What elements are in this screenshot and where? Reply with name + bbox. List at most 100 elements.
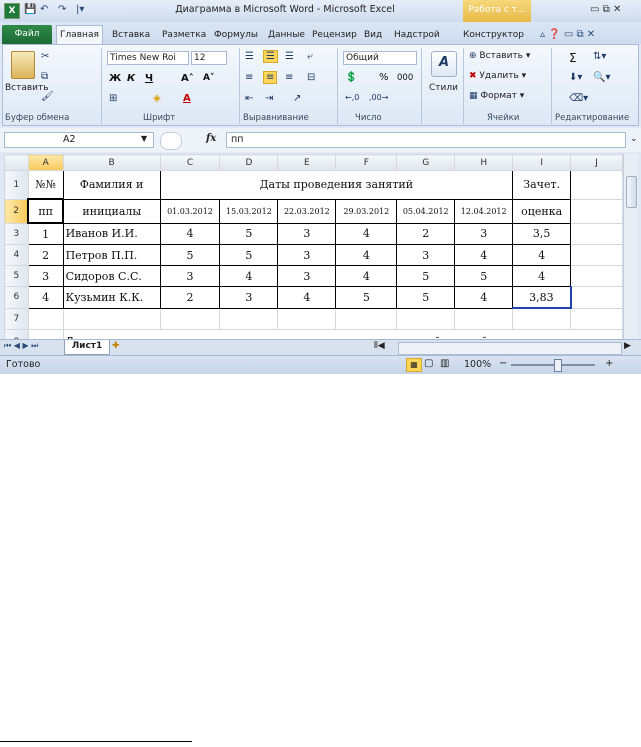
cell-i1[interactable]: Зачет. xyxy=(512,170,572,200)
column-header-b[interactable]: B xyxy=(62,154,161,171)
vertical-scroll-thumb[interactable] xyxy=(626,176,637,208)
table-cell[interactable]: 4 xyxy=(27,286,64,309)
tab-review[interactable]: Рецензир xyxy=(312,27,357,44)
copy-icon[interactable]: ⧉ xyxy=(41,71,48,82)
table-cell[interactable]: 2 xyxy=(396,222,456,245)
page-layout-view-icon[interactable]: ▢ xyxy=(424,358,433,369)
table-cell[interactable] xyxy=(277,307,337,330)
zoom-slider[interactable] xyxy=(511,364,595,366)
paste-icon[interactable] xyxy=(11,51,35,79)
align-top-icon[interactable]: ☰ xyxy=(245,51,254,62)
normal-view-icon[interactable]: ▦ xyxy=(406,358,422,372)
table-cell[interactable] xyxy=(512,307,572,330)
table-cell[interactable]: 4 xyxy=(454,286,514,309)
cell-e2[interactable]: 22.03.2012 xyxy=(277,198,337,224)
table-cell[interactable]: Петров П.П. xyxy=(62,244,161,266)
table-cell[interactable]: 3,83 xyxy=(512,286,572,309)
table-cell[interactable]: 3,5 xyxy=(512,222,572,245)
align-right-icon[interactable]: ≡ xyxy=(285,72,293,83)
table-cell[interactable]: 4 xyxy=(335,265,398,287)
tab-design[interactable]: Конструктор xyxy=(463,27,524,44)
increase-decimal-icon[interactable]: ←,0 xyxy=(345,93,359,102)
table-cell[interactable]: 4 xyxy=(512,244,572,266)
table-cell[interactable]: 5 xyxy=(454,265,514,287)
italic-button[interactable]: К xyxy=(127,73,135,84)
table-cell[interactable]: 4 xyxy=(159,222,221,245)
table-cell[interactable]: 3 xyxy=(27,265,64,287)
align-center-icon[interactable]: ≡ xyxy=(263,71,278,84)
formula-input[interactable]: пп xyxy=(226,132,626,148)
currency-icon[interactable]: 💲 xyxy=(345,72,357,83)
table-cell[interactable]: Кузьмин К.К. xyxy=(62,286,161,309)
wrap-text-icon[interactable]: ⤶ xyxy=(307,51,313,62)
split-handle-icon[interactable]: ⫴◀ xyxy=(374,341,385,351)
format-cells-button[interactable]: ▦ Формат ▾ xyxy=(469,91,524,101)
tab-page-layout[interactable]: Разметка xyxy=(162,27,206,44)
orientation-icon[interactable]: ↗ xyxy=(293,93,301,104)
table-cell[interactable] xyxy=(159,307,221,330)
table-cell[interactable]: 4 xyxy=(335,222,398,245)
table-cell[interactable] xyxy=(570,265,623,287)
cell-i2[interactable]: оценка xyxy=(512,198,572,224)
tab-addins[interactable]: Надстрой xyxy=(394,27,440,44)
decrease-indent-icon[interactable]: ⇤ xyxy=(245,93,253,104)
column-header-a[interactable]: A xyxy=(27,154,64,171)
cell-a2-selected[interactable]: пп xyxy=(27,198,65,224)
undo-icon[interactable]: ↶ xyxy=(40,2,48,18)
tab-formulas[interactable]: Формулы xyxy=(214,27,258,44)
align-bottom-icon[interactable]: ☰ xyxy=(285,51,294,62)
column-header-d[interactable]: D xyxy=(219,154,279,171)
table-cell[interactable] xyxy=(570,307,623,330)
table-cell[interactable] xyxy=(335,307,398,330)
cut-icon[interactable]: ✂ xyxy=(41,51,49,62)
merge-center-icon[interactable]: ⊟ xyxy=(307,72,315,83)
vertical-scrollbar[interactable] xyxy=(623,154,638,339)
format-painter-icon[interactable]: 🖌 xyxy=(41,91,54,102)
table-cell[interactable] xyxy=(62,307,161,330)
worksheet-grid[interactable]: A B C D E F G H I J 1 №№ Фамилия и Даты … xyxy=(4,154,624,354)
table-cell[interactable]: 4 xyxy=(512,265,572,287)
table-cell[interactable]: 3 xyxy=(159,265,221,287)
table-cell[interactable]: 5 xyxy=(396,265,456,287)
table-cell[interactable]: 5 xyxy=(219,222,279,245)
scroll-right-icon[interactable]: ▶ xyxy=(624,341,631,351)
row-header-6[interactable]: 6 xyxy=(4,286,29,309)
sort-filter-icon[interactable]: ⇅▾ xyxy=(593,51,606,62)
customize-qat-icon[interactable]: |▾ xyxy=(76,2,84,18)
cell-c2[interactable]: 01.03.2012 xyxy=(159,198,221,224)
row-header-7[interactable]: 7 xyxy=(4,307,29,330)
name-box-dropdown-icon[interactable]: ▼ xyxy=(141,134,147,143)
increase-indent-icon[interactable]: ⇥ xyxy=(265,93,273,104)
styles-icon[interactable]: A xyxy=(431,51,457,77)
formula-bar-divider-handle[interactable] xyxy=(160,132,182,150)
table-cell[interactable]: 3 xyxy=(277,265,337,287)
page-break-view-icon[interactable]: ▥ xyxy=(440,358,449,369)
cell-b1[interactable]: Фамилия и xyxy=(62,170,161,200)
table-cell[interactable]: 2 xyxy=(27,244,64,266)
excel-app-icon[interactable]: X xyxy=(4,3,20,19)
table-cell[interactable] xyxy=(570,286,623,309)
sheet-nav-icons[interactable]: ⏮ ◀ ▶ ⏭ xyxy=(4,341,38,351)
fill-color-icon[interactable]: ◈ xyxy=(153,93,161,104)
expand-formula-bar-icon[interactable]: ⌄ xyxy=(630,134,638,144)
column-header-j[interactable]: J xyxy=(570,154,623,171)
find-select-icon[interactable]: 🔍▾ xyxy=(593,72,610,83)
table-cell[interactable] xyxy=(27,307,64,330)
cell-j1[interactable] xyxy=(570,170,623,200)
row-header-1[interactable]: 1 xyxy=(4,170,29,200)
select-all-corner[interactable] xyxy=(4,154,29,171)
table-cell[interactable]: Сидоров С.С. xyxy=(62,265,161,287)
horizontal-scrollbar[interactable] xyxy=(398,342,622,355)
table-cell[interactable]: 4 xyxy=(277,286,337,309)
table-cell[interactable]: 3 xyxy=(454,222,514,245)
window-controls[interactable]: ▭ ⧉ ✕ xyxy=(590,4,621,15)
column-header-g[interactable]: G xyxy=(396,154,456,171)
row-header-5[interactable]: 5 xyxy=(4,265,29,287)
fill-icon[interactable]: ⬇▾ xyxy=(569,72,582,83)
underline-button[interactable]: Ч xyxy=(145,73,153,84)
tab-file[interactable]: Файл xyxy=(2,25,52,44)
cell-c1-merged[interactable]: Даты проведения занятий xyxy=(159,170,514,200)
styles-button[interactable]: Стили xyxy=(429,83,458,93)
thousands-button[interactable]: 000 xyxy=(397,73,413,83)
shrink-font-button[interactable]: A˅ xyxy=(203,73,214,83)
